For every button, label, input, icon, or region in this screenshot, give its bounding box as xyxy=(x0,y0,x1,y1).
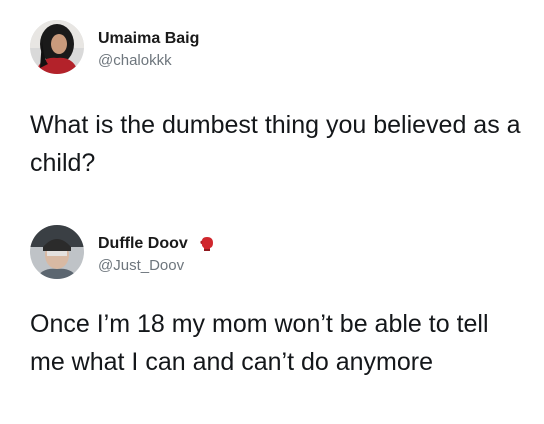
handle[interactable]: @chalokkk xyxy=(98,51,199,71)
avatar-photo xyxy=(30,225,84,279)
tweet-card[interactable]: Umaima Baig @chalokkk What is the dumbes… xyxy=(0,20,544,177)
display-name[interactable]: Duffle Doov xyxy=(98,234,188,254)
tweet-text: What is the dumbest thing you believed a… xyxy=(30,111,521,177)
tweet-text: Once I’m 18 my mom won’t be able to tell… xyxy=(30,310,489,376)
handle[interactable]: @Just_Doov xyxy=(98,256,216,276)
tweet-card[interactable]: Duffle Doov @Just_Doov Once I’m 18 my mo… xyxy=(0,225,544,376)
tweet-header: Umaima Baig @chalokkk xyxy=(0,20,544,80)
boxing-glove-icon xyxy=(198,235,216,253)
avatar[interactable] xyxy=(30,225,84,279)
display-name[interactable]: Umaima Baig xyxy=(98,29,199,49)
avatar-photo xyxy=(30,20,84,74)
avatar[interactable] xyxy=(30,20,84,74)
tweet-header: Duffle Doov @Just_Doov xyxy=(0,225,544,285)
